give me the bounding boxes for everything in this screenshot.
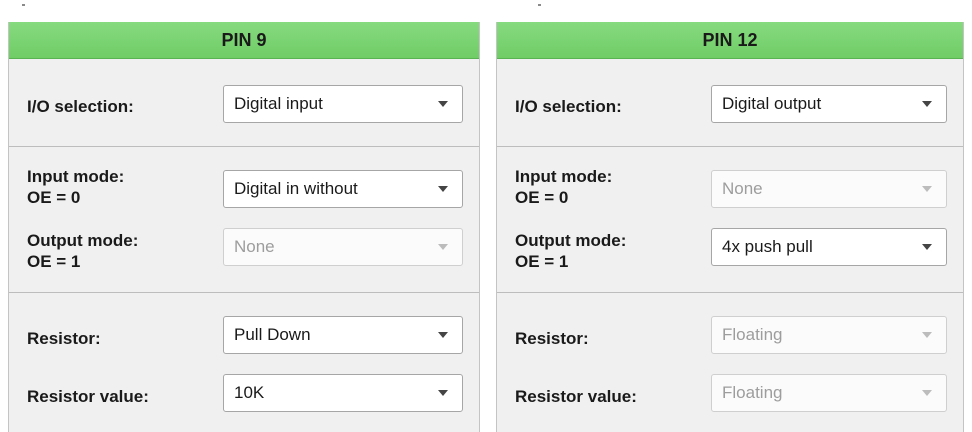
input-mode-label-line1: Input mode: [515,167,613,186]
output-mode-value: None [234,237,275,256]
section-divider [9,292,479,293]
resistor-value-value: 10K [234,383,265,402]
input-mode-value: Digital in without [234,179,358,198]
input-mode-dropdown[interactable]: Digital in without [223,170,463,208]
resistor-value-dropdown[interactable]: Floating [711,374,947,412]
top-tick-right [538,4,541,6]
input-mode-label: Input mode: OE = 0 [515,166,612,208]
io-selection-value: Digital output [722,94,822,113]
io-selection-dropdown[interactable]: Digital input [223,85,463,123]
resistor-value: Floating [722,325,783,344]
io-selection-label: I/O selection: [515,97,622,116]
output-mode-label: Output mode: OE = 1 [515,230,626,272]
output-mode-dropdown[interactable]: None [223,228,463,266]
output-mode-label: Output mode: OE = 1 [27,230,138,272]
output-mode-dropdown[interactable]: 4x push pull [711,228,947,266]
chevron-down-icon [438,186,448,192]
resistor-value-label: Resistor value: [27,387,149,406]
resistor-value-dropdown[interactable]: 10K [223,374,463,412]
output-mode-label-line1: Output mode: [515,231,627,250]
chevron-down-icon [438,390,448,396]
output-mode-label-line2: OE = 1 [27,252,81,271]
input-mode-label-line2: OE = 0 [515,188,569,207]
input-mode-value: None [722,179,763,198]
resistor-value-label: Resistor value: [515,387,637,406]
panel-title: PIN 12 [497,22,963,59]
resistor-label: Resistor: [515,329,589,348]
resistor-value-value: Floating [722,383,783,402]
pin-panel-12: PIN 12 I/O selection: Digital output Inp… [496,22,964,432]
chevron-down-icon [922,101,932,107]
resistor-dropdown[interactable]: Floating [711,316,947,354]
section-divider [497,292,963,293]
pin-panel-9: PIN 9 I/O selection: Digital input Input… [8,22,480,432]
panel-title: PIN 9 [9,22,479,59]
chevron-down-icon [922,244,932,250]
chevron-down-icon [922,332,932,338]
chevron-down-icon [922,390,932,396]
chevron-down-icon [438,101,448,107]
chevron-down-icon [438,244,448,250]
input-mode-label: Input mode: OE = 0 [27,166,124,208]
io-selection-dropdown[interactable]: Digital output [711,85,947,123]
input-mode-label-line1: Input mode: [27,167,125,186]
input-mode-dropdown[interactable]: None [711,170,947,208]
resistor-dropdown[interactable]: Pull Down [223,316,463,354]
output-mode-value: 4x push pull [722,237,813,256]
chevron-down-icon [922,186,932,192]
io-selection-value: Digital input [234,94,323,113]
io-selection-label: I/O selection: [27,97,134,116]
section-divider [497,146,963,147]
chevron-down-icon [438,332,448,338]
output-mode-label-line1: Output mode: [27,231,139,250]
resistor-label: Resistor: [27,329,101,348]
top-strip [0,0,972,22]
section-divider [9,146,479,147]
top-tick-left [22,4,25,6]
input-mode-label-line2: OE = 0 [27,188,81,207]
output-mode-label-line2: OE = 1 [515,252,569,271]
resistor-value: Pull Down [234,325,311,344]
